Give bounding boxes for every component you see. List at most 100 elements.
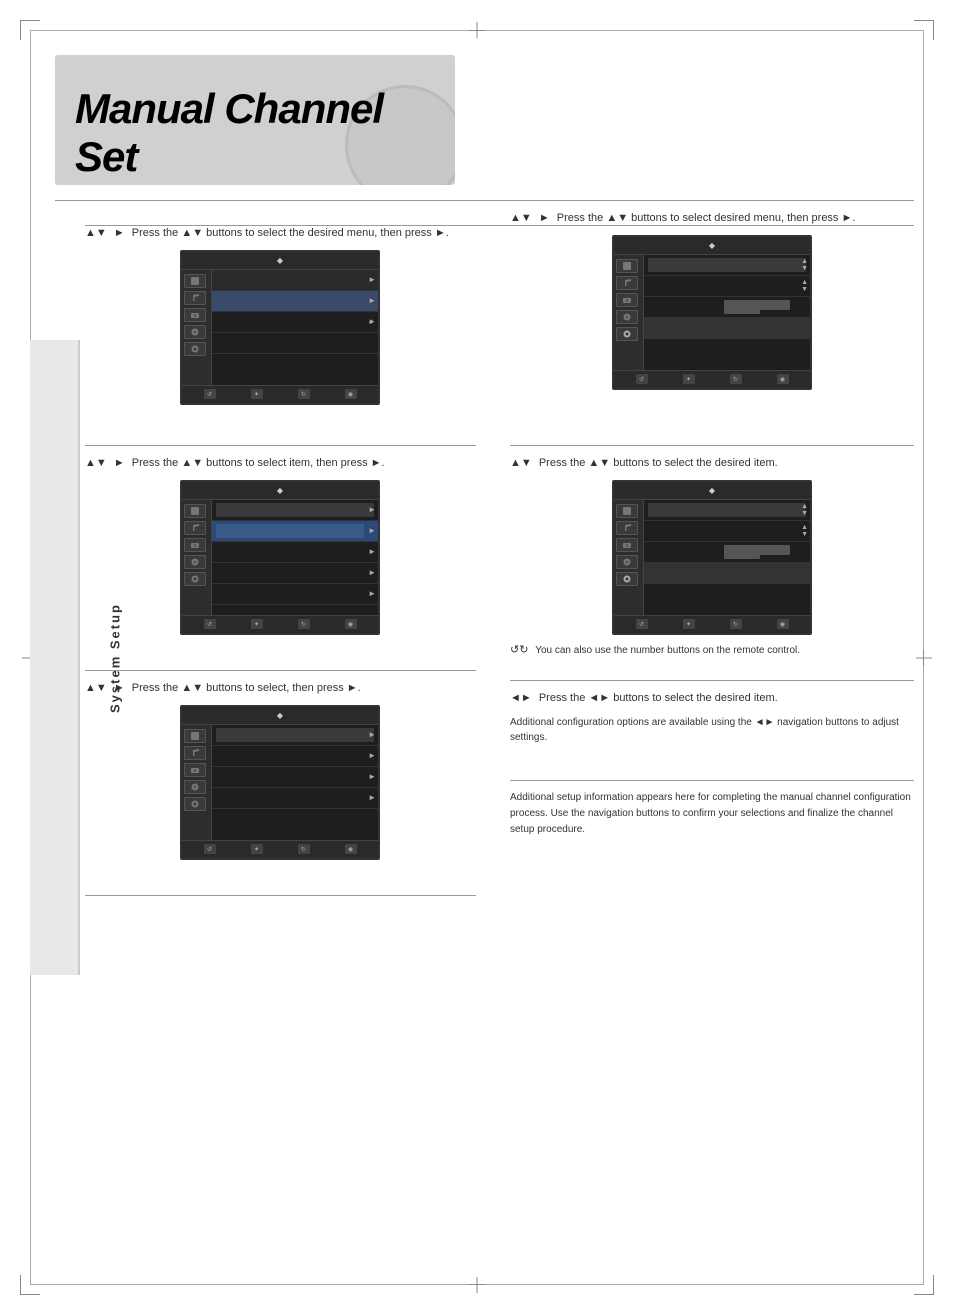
- tv-topbar-4: ◆: [614, 237, 810, 255]
- corner-tl: [20, 20, 40, 40]
- divider-6: [510, 445, 914, 446]
- tv-row-1-1: ►: [212, 270, 378, 291]
- step7-text: Additional setup information appears her…: [510, 790, 914, 838]
- tv-row-1-4: [212, 333, 378, 354]
- tv-bottom-5: ↺: [204, 619, 216, 629]
- step5-section: ▲▼ Press the ▲▼ buttons to select the de…: [510, 455, 914, 658]
- cross-bottom: [477, 1277, 478, 1293]
- updown-arrows-icon-4: ▲▼: [801, 524, 808, 538]
- tv-row-2-1: ►: [212, 500, 378, 521]
- step1-right-arrow: ►: [114, 227, 125, 239]
- step1-text: ▲▼ ► Press the ▲▼ buttons to select the …: [85, 225, 475, 242]
- tv-bottom-8: ◉: [345, 619, 357, 629]
- diamond-icon-5: ◆: [709, 486, 715, 495]
- arrow-right-icon-8: ►: [368, 589, 376, 598]
- step5b-text: ↺↻ You can also use the number buttons o…: [510, 643, 914, 658]
- tv-main-4: ▲▼ ▲▼: [644, 255, 810, 370]
- tv-row-5-4: [644, 563, 810, 584]
- step4-text: ▲▼ ► Press the ▲▼ buttons to select desi…: [510, 210, 914, 227]
- tv-icon-home-5: [616, 504, 638, 518]
- step6-text: ◄► Press the ◄► buttons to select the de…: [510, 690, 914, 707]
- tv-row-5-2: ▲▼: [644, 521, 810, 542]
- tv-icon-camera-3: [184, 763, 206, 777]
- tv-topbar-1: ◆: [182, 252, 378, 270]
- arrow-right-icon-2: ►: [368, 296, 376, 305]
- tv-icon-video-5: [616, 555, 638, 569]
- step4-section: ▲▼ ► Press the ▲▼ buttons to select desi…: [510, 210, 914, 390]
- arrow-right-icon-4: ►: [368, 505, 376, 514]
- tv-screen-4: ◆ ▲▼ ▲▼: [612, 235, 812, 390]
- step3-right-arrow: ►: [114, 682, 125, 694]
- tv-topbar-5: ◆: [614, 482, 810, 500]
- tv-icon-video-2: [184, 555, 206, 569]
- tv-icon-camera-4: [616, 293, 638, 307]
- step4-desc: Press the ▲▼ buttons to select desired m…: [557, 212, 856, 224]
- corner-tr: [914, 20, 934, 40]
- arrow-right-icon-3: ►: [368, 317, 376, 326]
- tv-screen-1: ◆ ► ► ✓ ►: [180, 250, 380, 405]
- step7-desc: Additional setup information appears her…: [510, 792, 911, 835]
- step6-additional-text: Additional configuration options are ava…: [510, 717, 899, 743]
- tv-sidebar-5: [614, 500, 644, 615]
- updown-arrows-icon-3: ▲▼: [801, 503, 808, 517]
- tv-main-5: ▲▼ ▲▼: [644, 500, 810, 615]
- step6-leftright-arrows: ◄►: [510, 692, 532, 704]
- updown-arrows-icon: ▲▼: [801, 258, 808, 272]
- tv-row-2-4: ►: [212, 563, 378, 584]
- title-area: Manual Channel Set: [55, 55, 455, 185]
- tv-screen-3-container: ◆ ► ► ► ►: [85, 705, 475, 860]
- tv-screen-3: ◆ ► ► ► ►: [180, 705, 380, 860]
- tv-icon-settings-3: [184, 797, 206, 811]
- tv-bottom-7: ↻: [298, 619, 310, 629]
- tv-bottom-6: ✦: [251, 619, 263, 629]
- arrow-right-icon-10: ►: [368, 751, 376, 760]
- tv-main-1: ► ► ✓ ►: [212, 270, 378, 385]
- tv-topbar-3: ◆: [182, 707, 378, 725]
- step3-desc: Press the ▲▼ buttons to select, then pre…: [132, 682, 361, 694]
- step5b-desc: You can also use the number buttons on t…: [535, 645, 800, 656]
- cross-top-h: [469, 30, 485, 31]
- tv-bottom-4: ◉: [345, 389, 357, 399]
- step6-additional: Additional configuration options are ava…: [510, 715, 914, 745]
- tv-bottom-10: ✦: [251, 844, 263, 854]
- tv-bottom-20: ◉: [777, 619, 789, 629]
- diamond-icon-4: ◆: [709, 241, 715, 250]
- tv-row-2-3: ►: [212, 542, 378, 563]
- divider-9: [85, 895, 476, 896]
- tv-main-2: ► ► ► ► ►: [212, 500, 378, 615]
- tv-icon-home-2: [184, 504, 206, 518]
- tv-row-4-2: ▲▼: [644, 276, 810, 297]
- tv-screen-2: ◆ ► ► ►: [180, 480, 380, 635]
- side-label-box: System Setup: [30, 340, 80, 975]
- tv-row-4-1: ▲▼: [644, 255, 810, 276]
- arrow-right-icon: ►: [368, 275, 376, 284]
- tv-bottom-12: ◉: [345, 844, 357, 854]
- tv-icon-music-3: [184, 746, 206, 760]
- tv-row-1-3: ✓ ►: [212, 312, 378, 333]
- tv-icon-camera-2: [184, 538, 206, 552]
- tv-icon-video: [184, 325, 206, 339]
- tv-icon-settings-5: [616, 572, 638, 586]
- tv-main-3: ► ► ► ►: [212, 725, 378, 840]
- divider-7: [510, 680, 914, 681]
- step3-section: ▲▼ ► Press the ▲▼ buttons to select, the…: [85, 680, 475, 860]
- step2-section: ▲▼ ► Press the ▲▼ buttons to select item…: [85, 455, 475, 635]
- corner-br: [914, 1275, 934, 1295]
- tv-row-5-1: ▲▼: [644, 500, 810, 521]
- tv-icon-camera-5: [616, 538, 638, 552]
- step2-arrows: ▲▼: [85, 457, 107, 469]
- arrow-right-icon-6: ►: [368, 547, 376, 556]
- step4-right-arrow: ►: [539, 212, 550, 224]
- step3-text: ▲▼ ► Press the ▲▼ buttons to select, the…: [85, 680, 475, 697]
- step1-section: ▲▼ ► Press the ▲▼ buttons to select the …: [85, 225, 475, 405]
- tv-row-3-3: ►: [212, 767, 378, 788]
- divider-3: [85, 445, 476, 446]
- step2-right-arrow: ►: [114, 457, 125, 469]
- tv-row-4-3: [644, 297, 810, 318]
- tv-row-3-2: ►: [212, 746, 378, 767]
- arrow-right-icon-9: ►: [368, 730, 376, 739]
- tv-bottom-13: ↺: [636, 374, 648, 384]
- step5-arrows: ▲▼: [510, 457, 532, 469]
- tv-icon-video-4: [616, 310, 638, 324]
- step7-section: Additional setup information appears her…: [510, 790, 914, 838]
